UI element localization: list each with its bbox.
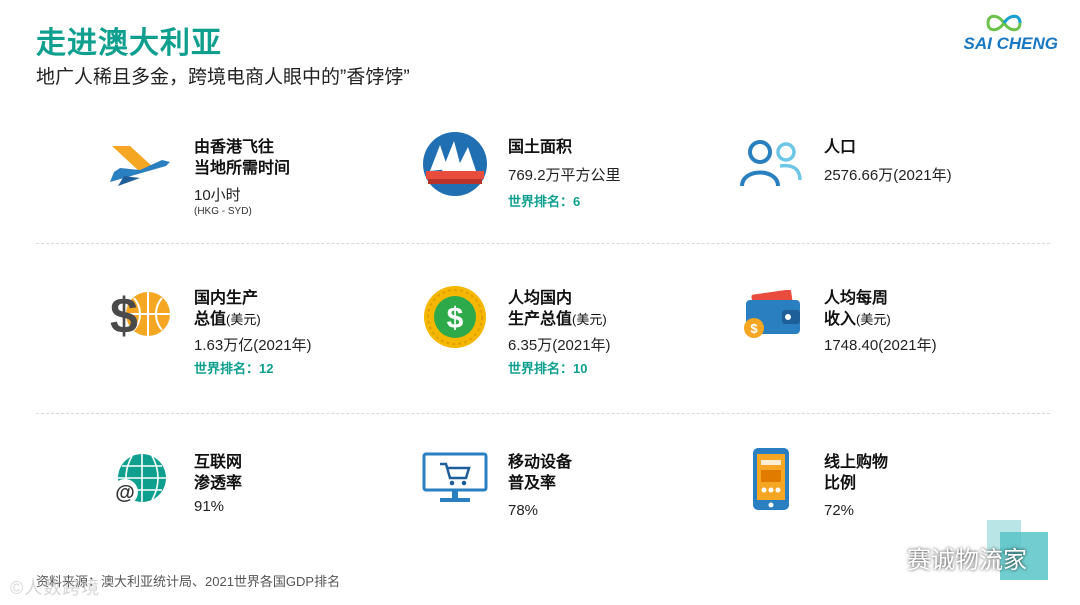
internet-label-line2: 渗透率 bbox=[194, 475, 243, 492]
area-world-rank: 世界排名：6 bbox=[508, 194, 581, 209]
gdp-per-capita-label-line2: 生产总值(美元) bbox=[508, 311, 607, 328]
gdp-world-rank: 世界排名：12 bbox=[194, 361, 274, 376]
gdp-per-capita-world-rank: 世界排名：10 bbox=[508, 361, 588, 376]
gdp-label-line2: 总值(美元) bbox=[194, 311, 261, 328]
weekly-income-label-line2: 收入(美元) bbox=[824, 311, 891, 328]
people-icon bbox=[740, 140, 802, 187]
sydney-opera-house-icon bbox=[423, 132, 487, 196]
internet-label-line1: 互联网 bbox=[194, 454, 243, 471]
wechat-icon bbox=[853, 541, 892, 568]
internet-value: 91% bbox=[194, 498, 225, 515]
logo-infinity-icon bbox=[986, 14, 1022, 32]
brand-logo: SAI CHENG bbox=[948, 12, 1058, 53]
mobile-value: 78% bbox=[508, 502, 539, 519]
online-shopping-label-line2: 比例 bbox=[824, 475, 857, 492]
area-label: 国土面积 bbox=[508, 139, 573, 156]
mobile-label-line1: 移动设备 bbox=[508, 454, 573, 471]
monitor-cart-icon bbox=[422, 452, 488, 502]
svg-text:$: $ bbox=[447, 302, 464, 335]
area-value: 769.2万平方公里 bbox=[508, 167, 621, 184]
internet-globe-icon: @ bbox=[112, 454, 166, 505]
gdp-per-capita-unit: (美元) bbox=[572, 312, 607, 327]
flight-route-note: (HKG - SYD) bbox=[194, 206, 252, 217]
flight-label-line2: 当地所需时间 bbox=[194, 160, 291, 177]
airplane-icon bbox=[110, 146, 170, 186]
wallet-icon: $ bbox=[744, 290, 800, 338]
online-shopping-label-line1: 线上购物 bbox=[824, 454, 889, 471]
weekly-income-value: 1748.40(2021年) bbox=[824, 337, 937, 354]
gdp-label-line1: 国内生产 bbox=[194, 290, 259, 307]
dollar-globe-icon: $ bbox=[110, 288, 170, 344]
gdp-unit: (美元) bbox=[226, 312, 261, 327]
svg-text:$: $ bbox=[110, 288, 138, 344]
page-title: 走进澳大利亚 bbox=[36, 27, 222, 60]
weekly-income-label-line1: 人均每周 bbox=[824, 290, 889, 307]
population-value: 2576.66万(2021年) bbox=[824, 167, 952, 184]
gdp-per-capita-label-line1: 人均国内 bbox=[508, 290, 573, 307]
row-divider-1 bbox=[36, 243, 1050, 244]
svg-text:$: $ bbox=[750, 321, 758, 336]
flight-value: 10小时 bbox=[194, 187, 241, 204]
flight-label-line1: 由香港飞往 bbox=[194, 139, 275, 156]
svg-text:@: @ bbox=[115, 482, 135, 504]
weekly-income-unit: (美元) bbox=[856, 312, 891, 327]
population-label: 人口 bbox=[824, 139, 857, 156]
page-subtitle: 地广人稀且多金，跨境电商人眼中的”香饽饽” bbox=[36, 67, 410, 88]
gdp-value: 1.63万亿(2021年) bbox=[194, 337, 312, 354]
mobile-label-line2: 普及率 bbox=[508, 475, 557, 492]
logo-text: SAI CHENG bbox=[963, 34, 1058, 53]
smartphone-shop-icon bbox=[753, 448, 789, 510]
gdp-per-capita-value: 6.35万(2021年) bbox=[508, 337, 611, 354]
watermark-right: 赛诚物流家 bbox=[907, 547, 1027, 574]
watermark-left: ©人数跨境 bbox=[10, 578, 101, 598]
online-shopping-value: 72% bbox=[824, 502, 855, 519]
dollar-coin-icon: $ bbox=[424, 286, 486, 348]
row-divider-2 bbox=[36, 413, 1050, 414]
